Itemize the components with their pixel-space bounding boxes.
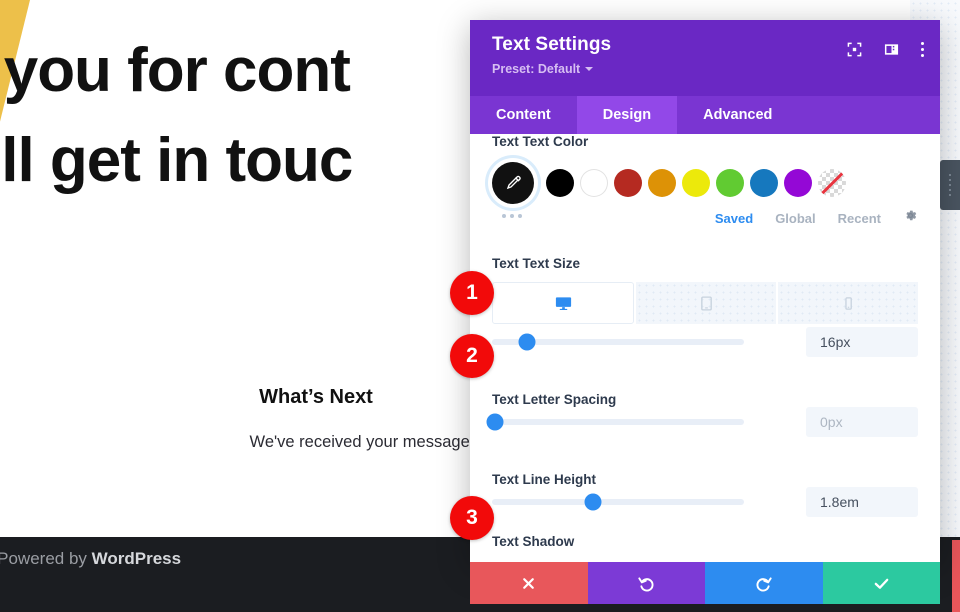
palette-tab-global[interactable]: Global — [775, 211, 815, 226]
tab-advanced[interactable]: Advanced — [677, 96, 798, 134]
swatch-black[interactable] — [546, 169, 574, 197]
letter-spacing-slider-knob[interactable] — [486, 413, 504, 431]
swatch-green[interactable] — [716, 169, 744, 197]
letter-spacing-slider-row: 0px — [486, 407, 918, 437]
save-button[interactable] — [822, 562, 940, 604]
edge-accent-bar — [952, 540, 960, 612]
chevron-down-icon — [585, 67, 594, 71]
text-color-label: Text Text Color — [492, 134, 589, 149]
screenshot-root: k you for cont e'll get in touc What’s N… — [0, 0, 960, 612]
annotation-badge-2: 2 — [450, 334, 494, 378]
text-size-slider-knob[interactable] — [518, 333, 536, 351]
layout-panel-icon[interactable] — [884, 42, 899, 57]
modal-body: Text Text Color Saved Global Recent Text… — [470, 134, 940, 562]
letter-spacing-label: Text Letter Spacing — [492, 392, 617, 407]
focus-target-icon[interactable] — [847, 42, 862, 57]
modal-header-actions — [847, 42, 924, 57]
text-shadow-label: Text Shadow — [492, 534, 575, 549]
preset-selector[interactable]: Preset: Default — [492, 62, 594, 76]
line-height-slider-knob[interactable] — [584, 493, 602, 511]
swatch-yellow[interactable] — [682, 169, 710, 197]
collapsed-panel-tab[interactable] — [940, 160, 960, 210]
palette-source-tabs: Saved Global Recent — [715, 208, 918, 228]
letter-spacing-slider-track[interactable] — [486, 413, 744, 431]
text-size-slider-track[interactable] — [492, 333, 744, 351]
drag-handle-icon — [949, 174, 951, 196]
modal-header: Text Settings Preset: Default — [470, 20, 940, 96]
footer-credit: | Powered by WordPress — [0, 549, 181, 569]
swatch-purple[interactable] — [784, 169, 812, 197]
phone-icon[interactable] — [778, 282, 918, 324]
cancel-button[interactable] — [470, 562, 588, 604]
text-size-label: Text Text Size — [492, 256, 581, 271]
tab-content[interactable]: Content — [470, 96, 577, 134]
line-height-slider-track[interactable] — [492, 493, 744, 511]
tablet-icon[interactable] — [636, 282, 776, 324]
swatch-blue[interactable] — [750, 169, 778, 197]
preset-label: Preset: Default — [492, 62, 581, 76]
gear-icon[interactable] — [903, 208, 918, 228]
palette-tab-saved[interactable]: Saved — [715, 211, 753, 226]
letter-spacing-input[interactable]: 0px — [806, 407, 918, 437]
swatch-transparent[interactable] — [818, 169, 846, 197]
responsive-device-toggle — [492, 282, 918, 324]
undo-button[interactable] — [587, 562, 705, 604]
more-options-icon[interactable] — [921, 42, 924, 57]
line-height-slider-row: 1.8em — [492, 487, 918, 517]
more-colors-icon[interactable] — [502, 214, 522, 218]
swatch-dark-red[interactable] — [614, 169, 642, 197]
redo-button[interactable] — [705, 562, 823, 604]
footer-credit-brand: WordPress — [91, 549, 182, 568]
line-height-label: Text Line Height — [492, 472, 597, 487]
swatch-white[interactable] — [580, 169, 608, 197]
eyedropper-icon[interactable] — [492, 162, 534, 204]
annotation-badge-3: 3 — [450, 496, 494, 540]
annotation-badge-1: 1 — [450, 271, 494, 315]
footer-credit-prefix: | Powered by — [0, 549, 87, 568]
modal-tabs: Content Design Advanced — [470, 96, 940, 134]
palette-tab-recent[interactable]: Recent — [838, 211, 881, 226]
text-size-input[interactable]: 16px — [806, 327, 918, 357]
text-settings-modal: Text Settings Preset: Default Content De… — [470, 20, 940, 562]
line-height-input[interactable]: 1.8em — [806, 487, 918, 517]
tab-design[interactable]: Design — [576, 96, 678, 134]
desktop-icon[interactable] — [492, 282, 634, 324]
text-size-slider-row: 16px — [492, 327, 918, 357]
swatch-orange[interactable] — [648, 169, 676, 197]
modal-action-bar — [470, 562, 940, 604]
color-swatch-row — [492, 162, 846, 204]
